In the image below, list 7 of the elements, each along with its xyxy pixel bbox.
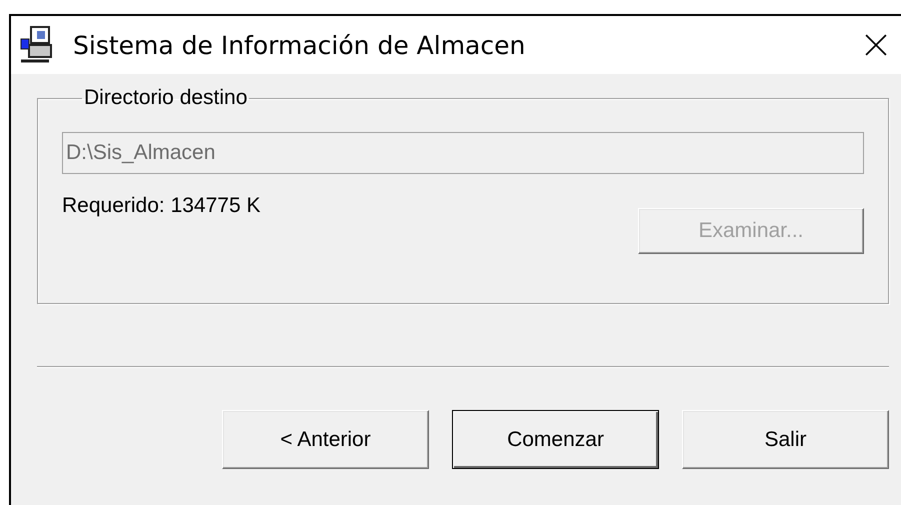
close-icon[interactable] xyxy=(865,34,887,56)
window-title: Sistema de Información de Almacen xyxy=(73,30,526,60)
dialog-button[interactable]: Salir xyxy=(682,410,889,469)
required-size-text: Requerido: 134775 K xyxy=(62,193,260,218)
dialog-button[interactable]: Comenzar xyxy=(452,410,659,469)
group-label: Directorio destino xyxy=(83,86,248,110)
dialog-button[interactable]: < Anterior xyxy=(222,410,429,469)
